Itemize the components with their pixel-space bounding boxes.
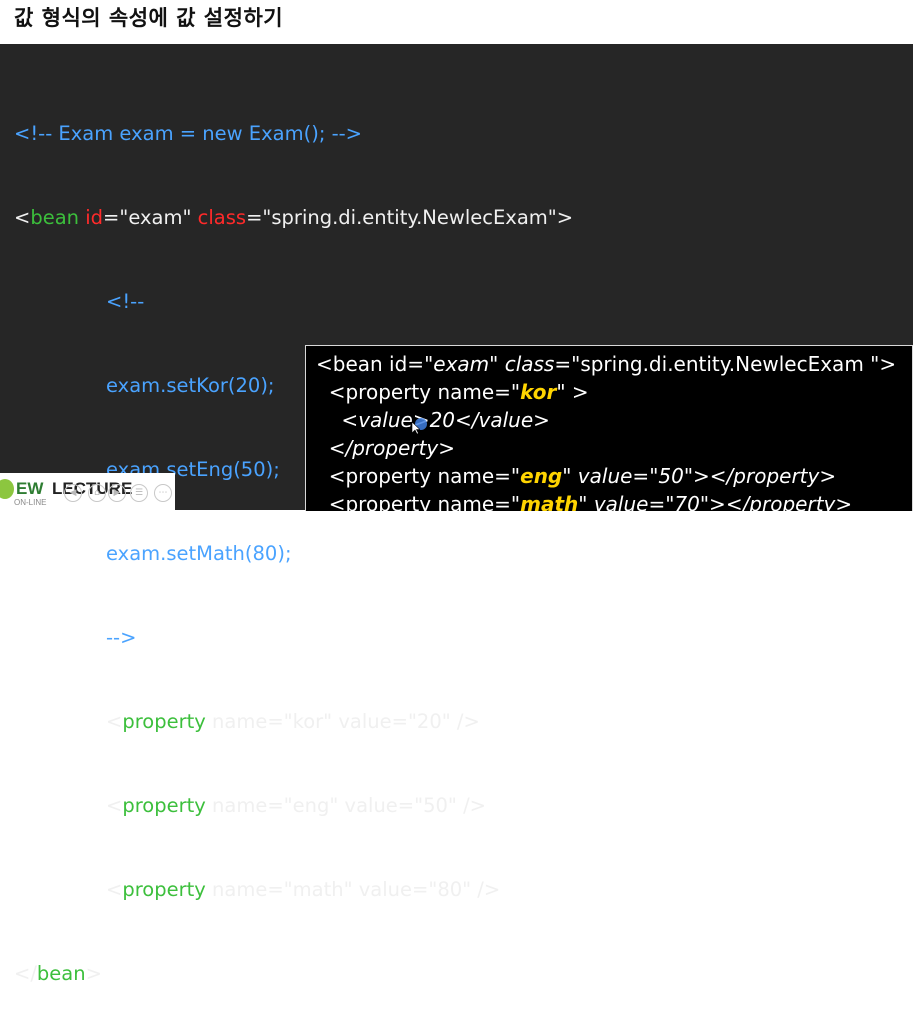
- code-set-math: exam.setMath(80);: [106, 542, 292, 565]
- popup-line-property-math: <property name="math" value="70"></prope…: [316, 490, 852, 511]
- popup-line-property-close: </property>: [316, 436, 456, 460]
- popup-line-value: <value>20</value>: [316, 408, 550, 432]
- code-property-math: <property name="math" value="80" />: [14, 876, 573, 904]
- property-tag: property: [122, 794, 206, 817]
- bracket: >: [85, 962, 102, 985]
- popup-italic: ": [510, 380, 521, 404]
- back-icon[interactable]: ◀: [64, 484, 82, 502]
- property-tag: property: [122, 710, 206, 733]
- code-bean-close: </bean>: [14, 960, 573, 988]
- popup-highlight: kor: [520, 380, 557, 404]
- bracket: <: [14, 206, 31, 229]
- id-attr: id: [85, 206, 104, 229]
- forward-icon[interactable]: ▶: [108, 484, 126, 502]
- popup-italic: ": [510, 492, 521, 511]
- home-icon[interactable]: ⌂: [88, 484, 106, 502]
- logo-subtitle: ON-LINE: [14, 498, 47, 507]
- popup-italic: >: [571, 380, 589, 404]
- code-comment-close: -->: [106, 626, 137, 649]
- popup-highlight: eng: [520, 464, 563, 488]
- bean-tag: bean: [36, 962, 86, 985]
- logo-mark-icon: [0, 479, 14, 499]
- popup-text: spring.di.entity.NewlecExam: [580, 352, 871, 376]
- code-line-bean-open: <bean id="exam" class="spring.di.entity.…: [14, 204, 573, 232]
- class-value: ="spring.di.entity.NewlecExam">: [246, 206, 574, 229]
- popup-text: <property name=: [316, 464, 511, 488]
- menu-icon[interactable]: ☰: [130, 484, 148, 502]
- popup-italic: " value="70"></property>: [578, 492, 853, 511]
- popup-italic: "exam" class=": [424, 352, 581, 376]
- property-attrs: name="eng" value="50" />: [205, 794, 486, 817]
- bracket: <: [106, 878, 123, 901]
- popup-line-bean: <bean id="exam" class="spring.di.entity.…: [316, 350, 896, 378]
- bean-tag: bean: [30, 206, 80, 229]
- popup-text: <property name=: [316, 492, 511, 511]
- code-property-kor: <property name="kor" value="20" />: [14, 708, 573, 736]
- title-bar: 값 형식의 속성에 값 설정하기: [0, 0, 918, 44]
- popup-italic: ": [556, 380, 572, 404]
- popup-text: <bean id=: [316, 352, 425, 376]
- popup-text: <property name=: [316, 380, 511, 404]
- code-line-comment: <!-- Exam exam = new Exam(); -->: [14, 122, 363, 145]
- code-comment-open: <!--: [106, 290, 145, 313]
- property-tag: property: [122, 878, 206, 901]
- popup-highlight: math: [520, 492, 579, 511]
- popup-italic: ">: [870, 352, 897, 376]
- property-attrs: name="math" value="80" />: [205, 878, 501, 901]
- code-block: <!-- Exam exam = new Exam(); --> <bean i…: [14, 64, 573, 1020]
- code-property-eng: <property name="eng" value="50" />: [14, 792, 573, 820]
- popup-line-property-kor: <property name="kor" >: [316, 378, 589, 406]
- class-attr: class: [197, 206, 247, 229]
- annotation-popup: <bean id="exam" class="spring.di.entity.…: [305, 345, 913, 511]
- id-value: ="exam": [103, 206, 198, 229]
- popup-italic: ": [510, 464, 521, 488]
- slide-title: 값 형식의 속성에 값 설정하기: [14, 6, 284, 30]
- mouse-pointer-icon: [412, 422, 420, 435]
- logo-brand-ew: EW: [16, 479, 44, 498]
- slide-edge: [913, 44, 918, 510]
- bracket: <: [106, 710, 123, 733]
- property-attrs: name="kor" value="20" />: [205, 710, 480, 733]
- bracket: </: [14, 962, 37, 985]
- popup-italic: " value="50"></property>: [562, 464, 837, 488]
- bracket: <: [106, 794, 123, 817]
- popup-line-property-eng: <property name="eng" value="50"></proper…: [316, 462, 836, 490]
- more-icon[interactable]: ⋯: [154, 484, 172, 502]
